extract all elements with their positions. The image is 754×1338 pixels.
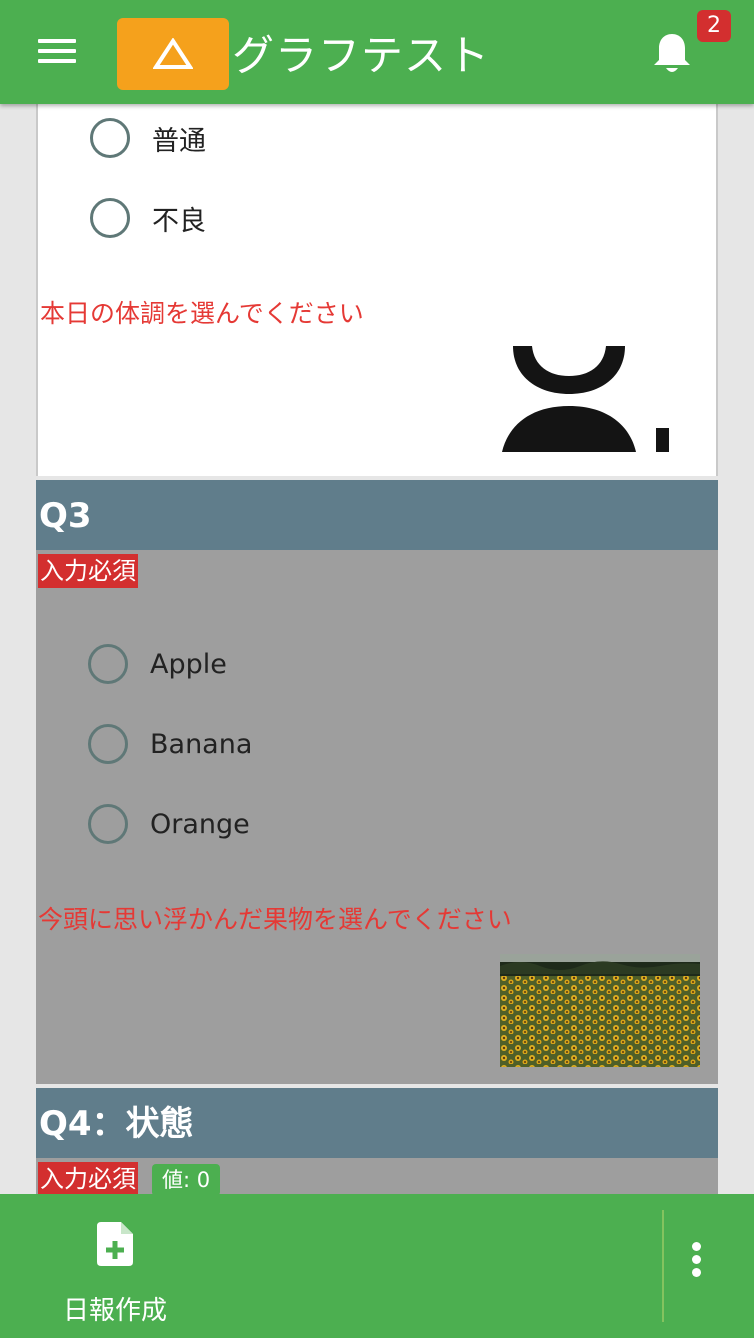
more-vertical-icon[interactable] bbox=[682, 1238, 710, 1294]
form-content[interactable]: 普通 不良 本日の体調を選んでください Q3 入力必須 Apple Banana… bbox=[36, 104, 718, 1194]
notification-badge: 2 bbox=[697, 10, 731, 42]
radio-button[interactable] bbox=[88, 724, 128, 764]
radio-button[interactable] bbox=[90, 118, 130, 158]
divider bbox=[662, 1210, 664, 1322]
app-bar: グラフテスト 2 bbox=[0, 0, 754, 104]
radio-button[interactable] bbox=[88, 644, 128, 684]
radio-label: Banana bbox=[150, 728, 253, 760]
radio-option[interactable]: 不良 bbox=[90, 196, 206, 240]
radio-label: 普通 bbox=[152, 125, 206, 157]
radio-label: Apple bbox=[150, 648, 227, 680]
radio-label: 不良 bbox=[152, 205, 206, 237]
radio-option-orange[interactable]: Orange bbox=[88, 802, 250, 846]
person-icon bbox=[502, 346, 669, 452]
sunflower-photo bbox=[500, 954, 700, 1067]
question-hint: 本日の体調を選んでください bbox=[40, 299, 364, 328]
file-plus-icon bbox=[97, 1222, 133, 1266]
question-header-q4: Q4：状態 bbox=[36, 1088, 718, 1158]
radio-option[interactable]: 普通 bbox=[90, 116, 206, 160]
required-badge: 入力必須 bbox=[38, 1162, 138, 1194]
app-logo bbox=[117, 18, 229, 90]
page-title: グラフテスト bbox=[232, 31, 491, 80]
menu-icon[interactable] bbox=[38, 34, 82, 70]
radio-label: Orange bbox=[150, 808, 250, 840]
radio-option-banana[interactable]: Banana bbox=[88, 722, 252, 766]
radio-option-apple[interactable]: Apple bbox=[88, 642, 227, 686]
value-badge: 値: 0 bbox=[152, 1164, 221, 1194]
create-report-button[interactable]: 日報作成 bbox=[40, 1214, 190, 1326]
question-card-q3: 入力必須 Apple Banana Orange 今頭に思い浮かんだ果物を選んで… bbox=[36, 550, 718, 1084]
bell-icon[interactable] bbox=[650, 30, 694, 76]
required-badge: 入力必須 bbox=[38, 554, 138, 588]
radio-button[interactable] bbox=[90, 198, 130, 238]
radio-button[interactable] bbox=[88, 804, 128, 844]
question-header-q3: Q3 bbox=[36, 480, 718, 550]
bottom-action-bar: 日報作成 bbox=[0, 1194, 754, 1338]
question-card-q4: 入力必須 値: 0 bbox=[36, 1158, 718, 1194]
question-hint: 今頭に思い浮かんだ果物を選んでください bbox=[38, 905, 512, 934]
create-report-label: 日報作成 bbox=[62, 1296, 167, 1326]
question-card-q2: 普通 不良 本日の体調を選んでください bbox=[36, 104, 718, 476]
